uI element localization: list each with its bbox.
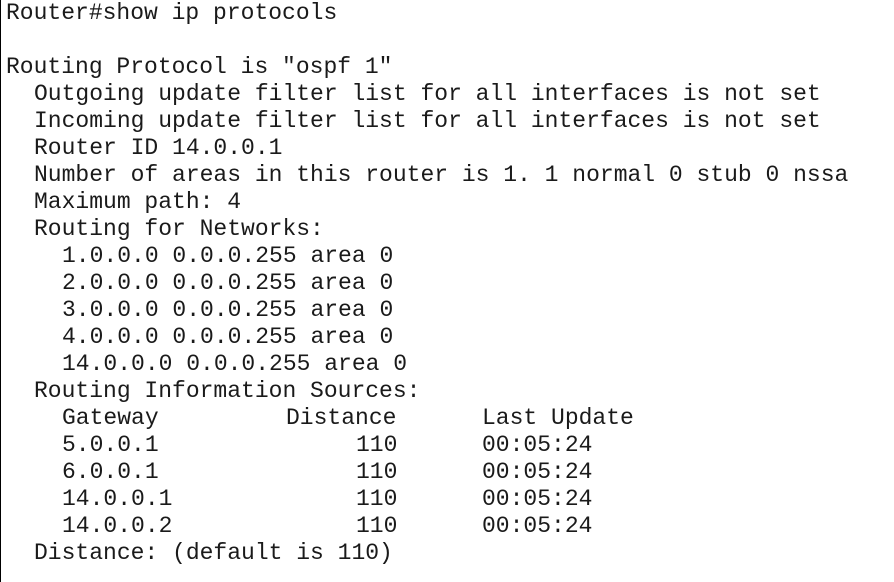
terminal-window[interactable]: Router#show ip protocols Routing Protoco… (0, 0, 894, 582)
source-gateway: 5.0.0.1 (62, 432, 159, 458)
routing-protocol-line: Routing Protocol is "ospf 1" (6, 54, 393, 80)
source-last-update: 00:05:24 (482, 513, 593, 539)
areas-line: Number of areas in this router is 1. 1 n… (34, 162, 849, 188)
network-entry: 3.0.0.0 0.0.0.255 area 0 (62, 297, 394, 323)
source-distance: 110 (356, 432, 398, 458)
network-entry: 14.0.0.0 0.0.0.255 area 0 (62, 351, 408, 377)
source-gateway: 14.0.0.2 (62, 513, 173, 539)
column-header-distance: Distance (286, 405, 397, 431)
outgoing-filter-line: Outgoing update filter list for all inte… (34, 81, 821, 107)
source-last-update: 00:05:24 (482, 432, 593, 458)
network-entry: 4.0.0.0 0.0.0.255 area 0 (62, 324, 394, 350)
router-id-line: Router ID 14.0.0.1 (34, 135, 283, 161)
source-gateway: 14.0.0.1 (62, 486, 173, 512)
incoming-filter-line: Incoming update filter list for all inte… (34, 108, 821, 134)
sources-header: Routing Information Sources: (34, 378, 421, 404)
source-last-update: 00:05:24 (482, 486, 593, 512)
source-gateway: 6.0.0.1 (62, 459, 159, 485)
network-entry: 2.0.0.0 0.0.0.255 area 0 (62, 270, 394, 296)
max-path-line: Maximum path: 4 (34, 189, 242, 215)
source-last-update: 00:05:24 (482, 459, 593, 485)
networks-header: Routing for Networks: (34, 216, 324, 242)
network-entry: 1.0.0.0 0.0.0.255 area 0 (62, 243, 394, 269)
source-distance: 110 (356, 486, 398, 512)
column-header-last-update: Last Update (482, 405, 634, 431)
column-header-gateway: Gateway (62, 405, 159, 431)
source-distance: 110 (356, 513, 398, 539)
command-line: Router#show ip protocols (6, 0, 338, 26)
distance-line: Distance: (default is 110) (34, 540, 393, 566)
source-distance: 110 (356, 459, 398, 485)
